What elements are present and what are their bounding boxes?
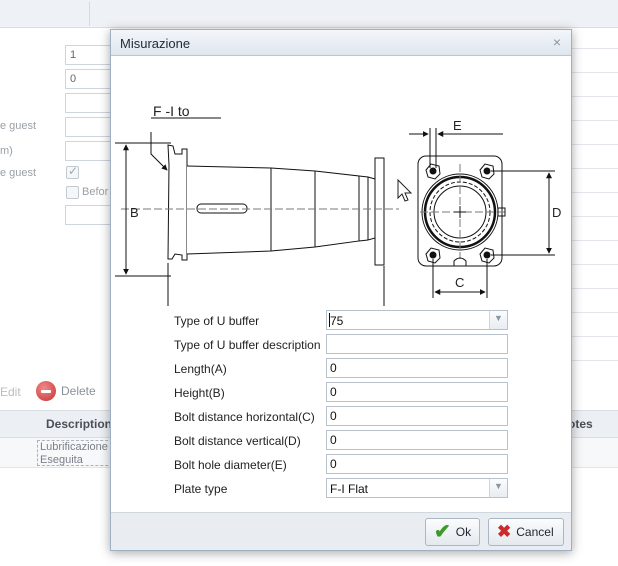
background-field-4[interactable] [65, 117, 113, 137]
measurement-dialog: Misurazione × F -I to B C D E Type of U … [110, 29, 572, 551]
field-row-plate-type: Plate type F-I Flat ▼ [174, 478, 514, 498]
background-field-1[interactable]: 1 [65, 45, 113, 65]
background-field-3[interactable] [65, 93, 113, 113]
background-field-6[interactable] [65, 205, 113, 225]
dropdown-trigger[interactable]: ▼ [489, 311, 507, 329]
close-icon[interactable]: × [553, 34, 561, 50]
bolt-horizontal-input[interactable] [326, 406, 508, 426]
grid-header-description[interactable]: Description [46, 417, 112, 431]
field-row-length: Length(A) [174, 358, 514, 378]
grid-cell-line: Lubrificazione [40, 441, 108, 453]
buffer-type-combo[interactable]: 75 ▼ [326, 310, 508, 330]
background-row-line [572, 216, 618, 217]
bolt-hole-diameter-input[interactable] [326, 454, 508, 474]
background-row-line [572, 168, 618, 169]
background-row-line [572, 240, 618, 241]
background-row-line [572, 264, 618, 265]
field-label: Height(B) [174, 386, 225, 400]
cancel-button[interactable]: ✖ Cancel [488, 518, 564, 546]
background-label: m) [0, 145, 13, 157]
field-row-height: Height(B) [174, 382, 514, 402]
length-input[interactable] [326, 358, 508, 378]
dimension-label-e: E [453, 118, 462, 133]
background-row-line [572, 312, 618, 313]
background-row-line [572, 336, 618, 337]
chevron-down-icon: ▼ [494, 313, 503, 323]
chevron-down-icon: ▼ [494, 481, 503, 491]
background-row-line [572, 96, 618, 97]
field-label: Type of U buffer description [174, 338, 321, 352]
ok-button-label: Ok [455, 525, 472, 539]
buffer-description-input[interactable] [326, 334, 508, 354]
dimension-label-d: D [552, 205, 561, 220]
background-row-line [572, 120, 618, 121]
dimension-label-b: B [130, 205, 139, 220]
background-row-line [572, 288, 618, 289]
grid-cell-description[interactable]: Lubrificazione Eseguita [37, 440, 113, 466]
field-row-buffer-description: Type of U buffer description [174, 334, 514, 354]
dialog-title-bar[interactable]: Misurazione × [111, 30, 571, 56]
background-top-tab[interactable] [0, 2, 90, 26]
cancel-button-label: Cancel [516, 525, 554, 539]
background-delete-button[interactable]: Delete [36, 381, 96, 401]
drawing-caption: F -I to [153, 103, 190, 119]
dropdown-trigger[interactable]: ▼ [489, 479, 507, 497]
field-row-buffer-type: Type of U buffer 75 ▼ [174, 310, 514, 330]
dimension-label-c: C [455, 275, 464, 290]
background-top-bar [0, 0, 618, 28]
cross-icon: ✖ [497, 522, 512, 541]
background-label: e guest [0, 167, 37, 179]
background-delete-label: Delete [61, 384, 96, 398]
checkmark-icon: ✔ [434, 521, 451, 543]
field-row-bolt-horizontal: Bolt distance horizontal(C) [174, 406, 514, 426]
dialog-footer: ✔ Ok ✖ Cancel [111, 512, 571, 550]
background-label: Befor [82, 186, 109, 198]
field-label: Length(A) [174, 362, 227, 376]
field-row-bolt-vertical: Bolt distance vertical(D) [174, 430, 514, 450]
field-label: Type of U buffer [174, 314, 260, 328]
background-edit-button[interactable]: Edit [0, 385, 21, 399]
grid-cell-line: Eseguita [40, 454, 83, 466]
background-row-line [572, 144, 618, 145]
background-field-2[interactable]: 0 [65, 69, 113, 89]
field-label: Bolt hole diameter(E) [174, 458, 287, 472]
field-label: Bolt distance horizontal(C) [174, 410, 315, 424]
combo-value: 75 [330, 314, 344, 328]
field-row-bolt-hole: Bolt hole diameter(E) [174, 454, 514, 474]
field-label: Bolt distance vertical(D) [174, 434, 301, 448]
height-input[interactable] [326, 382, 508, 402]
dialog-title: Misurazione [120, 36, 191, 51]
background-checkbox-checked[interactable] [66, 164, 79, 179]
ok-button[interactable]: ✔ Ok [425, 518, 480, 546]
background-field-5[interactable] [65, 141, 113, 161]
background-row-line [572, 192, 618, 193]
plate-type-combo[interactable]: F-I Flat ▼ [326, 478, 508, 498]
buffer-technical-drawing: F -I to A B C D E [115, 103, 561, 306]
background-row-line [572, 48, 618, 49]
delete-icon [36, 381, 56, 401]
background-row-line [572, 360, 618, 361]
combo-value: F-I Flat [330, 482, 368, 496]
background-label: e guest [0, 120, 37, 132]
background-checkbox[interactable] [66, 186, 79, 199]
background-row-line [572, 72, 618, 73]
field-label: Plate type [174, 482, 228, 496]
bolt-vertical-input[interactable] [326, 430, 508, 450]
